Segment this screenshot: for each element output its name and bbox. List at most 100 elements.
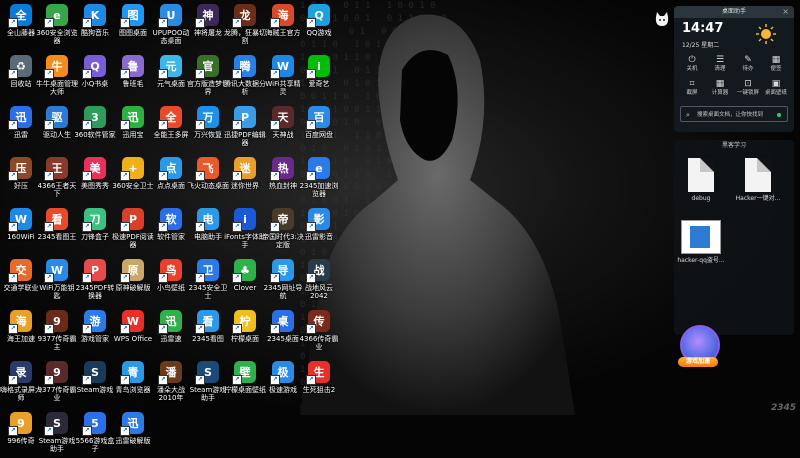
widget-tool-button[interactable]: ⌗ 截屏 xyxy=(678,78,706,100)
shortcut-arrow-icon: ↗ xyxy=(195,171,205,181)
desktop-icon[interactable]: 点 ↗ 点点桌面 xyxy=(150,153,192,203)
desktop-icon[interactable]: 迅 ↗ 迅用宝 xyxy=(112,102,154,152)
desktop-icon[interactable]: 王 ↗ 4366王者天下 xyxy=(36,153,78,203)
desktop-icon[interactable]: Q ↗ QQ游戏 xyxy=(298,0,340,50)
desktop-icon[interactable]: 全 ↗ 全能王多屏 xyxy=(150,102,192,152)
desktop-icon[interactable]: 壁 ↗ 柠檬桌面壁纸 xyxy=(224,357,266,407)
desktop-icon[interactable]: 3 ↗ 360软件管家 xyxy=(74,102,116,152)
desktop-icon[interactable]: ♣ ↗ Clover xyxy=(224,255,266,305)
desktop-icon[interactable]: 牛 ↗ 牛牛桌面管理大师 xyxy=(36,51,78,101)
desktop-icon[interactable]: 百 ↗ 百度网盘 xyxy=(298,102,340,152)
desktop-icon[interactable]: 软 ↗ 软件管家 xyxy=(150,204,192,254)
shortcut-arrow-icon: ↗ xyxy=(158,171,168,181)
desktop-icon-label: 爱奇艺 xyxy=(308,80,330,88)
desktop-icon-label: 刀锋盒子 xyxy=(81,233,109,241)
desktop-icon[interactable]: 9 ↗ 9377传奇霸业 xyxy=(36,357,78,407)
desktop-icon[interactable]: 生 ↗ 生死狙击2 xyxy=(298,357,340,407)
app-icon: 迷 ↗ xyxy=(232,157,256,181)
desktop-icon[interactable]: 看 ↗ 2345看图王 xyxy=(36,204,78,254)
desktop-icon[interactable]: P ↗ 迅捷PDF编辑器 xyxy=(224,102,266,152)
desktop-icon[interactable]: 元 ↗ 元气桌面 xyxy=(150,51,192,101)
desktop-icon[interactable]: 战 ↗ 战地风云2042 xyxy=(298,255,340,305)
desktop-icon[interactable]: e ↗ 2345加速浏览器 xyxy=(298,153,340,203)
shortcut-arrow-icon: ↗ xyxy=(44,273,54,283)
file-hacker-qq[interactable]: hacker-qq盗号... xyxy=(676,220,726,265)
desktop-icon-label: 9377传奇霸业 xyxy=(37,386,77,402)
shortcut-arrow-icon: ↗ xyxy=(270,222,280,232)
desktop-icon[interactable]: 官 ↗ 官方版造梦世界 xyxy=(187,51,229,101)
file-debug[interactable]: debug xyxy=(678,158,724,203)
desktop-icon[interactable]: 腾 ↗ 腾讯大数据分析 xyxy=(224,51,266,101)
desktop-icon-label: 5566游戏盒子 xyxy=(75,437,115,453)
desktop-icon[interactable]: S ↗ Steam游戏 xyxy=(74,357,116,407)
desktop-icon[interactable]: 图 ↗ 图图桌面 xyxy=(112,0,154,50)
app-icon: 桌 ↗ xyxy=(270,310,294,334)
desktop-icon[interactable]: 迷 ↗ 迷你世界 xyxy=(224,153,266,203)
desktop-search-input[interactable]: ⌕ 搜索桌面文档，让你快找到 xyxy=(680,106,788,122)
desktop-icon[interactable]: W ↗ WPS Office xyxy=(112,306,154,356)
widget-tool-button[interactable]: ⏻ 关机 xyxy=(678,54,706,76)
desktop-icon[interactable]: 原 ↗ 原神破解版 xyxy=(112,255,154,305)
desktop-icon[interactable]: U ↗ UPUPOO动态桌面 xyxy=(150,0,192,50)
widget-close-icon[interactable]: × xyxy=(782,6,789,18)
shortcut-arrow-icon: ↗ xyxy=(232,324,242,334)
widget-tool-button[interactable]: ▦ 便签 xyxy=(762,54,790,76)
desktop-icon[interactable]: W ↗ WiFi万能钥匙 xyxy=(36,255,78,305)
widget-tool-button[interactable]: ✎ 待办 xyxy=(734,54,762,76)
desktop-icon[interactable]: 传 ↗ 4366传奇霸业 xyxy=(298,306,340,356)
app-icon: 极 ↗ xyxy=(270,361,294,385)
desktop-icon[interactable]: S ↗ Steam游戏助手 xyxy=(36,408,78,458)
widget-title: 桌面助手 xyxy=(674,6,794,18)
widget-tool-button[interactable]: ▦ 计算器 xyxy=(706,78,734,100)
widget-tool-button[interactable]: ▣ 桌面壁纸 xyxy=(762,78,790,100)
desktop-icon[interactable]: 潘 ↗ 潘朵大战2010年 xyxy=(150,357,192,407)
desktop-icon[interactable]: 迅 ↗ 迅雷速 xyxy=(150,306,192,356)
desktop-icon[interactable]: Q ↗ 小Q书桌 xyxy=(74,51,116,101)
app-icon: P ↗ xyxy=(82,259,106,283)
desktop-icon[interactable]: P ↗ 2345PDF转换器 xyxy=(74,255,116,305)
desktop-icon[interactable]: 鸟 ↗ 小鸟壁纸 xyxy=(150,255,192,305)
desktop-icon-label: 牛牛桌面管理大师 xyxy=(36,80,78,96)
desktop-icon[interactable]: 影 ↗ 迅雷影音 xyxy=(298,204,340,254)
file-hacker-tool[interactable]: Hacker一键对... xyxy=(728,158,788,203)
desktop-icon[interactable]: K ↗ 酷狗音乐 xyxy=(74,0,116,50)
app-icon: e ↗ xyxy=(44,4,68,28)
desktop-icon-label: 元气桌面 xyxy=(157,80,185,88)
desktop-icon-label: WiFi万能钥匙 xyxy=(39,284,75,300)
desktop-icon[interactable]: 柠 ↗ 柠檬桌面 xyxy=(224,306,266,356)
desktop-icon[interactable]: 万 ↗ 万兴恢复 xyxy=(187,102,229,152)
app-icon: 鲁 ↗ xyxy=(120,55,144,79)
desktop-icon[interactable]: 5 ↗ 5566游戏盒子 xyxy=(74,408,116,458)
desktop-icon[interactable]: e ↗ 360安全浏览器 xyxy=(36,0,78,50)
shortcut-arrow-icon: ↗ xyxy=(82,18,92,28)
widget-tool-button[interactable]: ⊡ 一键锁屏 xyxy=(734,78,762,100)
app-icon: 迅 ↗ xyxy=(8,106,32,130)
desktop-icon[interactable]: + ↗ 360安全卫士 xyxy=(112,153,154,203)
desktop-icon[interactable]: 游 ↗ 游戏管家 xyxy=(74,306,116,356)
shortcut-arrow-icon: ↗ xyxy=(195,273,205,283)
desktop-icon[interactable]: 看 ↗ 2345看图 xyxy=(187,306,229,356)
desktop-icon[interactable]: 青 ↗ 青鸟浏览器 xyxy=(112,357,154,407)
desktop-icon[interactable]: 驱 ↗ 驱动人生 xyxy=(36,102,78,152)
desktop-icon[interactable]: 刀 ↗ 刀锋盒子 xyxy=(74,204,116,254)
shortcut-arrow-icon: ↗ xyxy=(232,222,242,232)
desktop-icon[interactable]: 卫 ↗ 2345安全卫士 xyxy=(187,255,229,305)
desktop-icon[interactable]: 迅 ↗ 迅雷破解版 xyxy=(112,408,154,458)
desktop-icon[interactable]: 美 ↗ 美图秀秀 xyxy=(74,153,116,203)
desktop-icon-label: 战地风云2042 xyxy=(305,284,333,300)
desktop-icon[interactable]: 飞 ↗ 飞火动态桌面 xyxy=(187,153,229,203)
game-accelerator-launcher[interactable]: 游戏加速 xyxy=(676,323,720,369)
shortcut-arrow-icon: ↗ xyxy=(306,171,316,181)
desktop-icon-label: 极速PDF阅读器 xyxy=(112,233,154,249)
desktop-icon[interactable]: 神 ↗ 神将屠龙 xyxy=(187,0,229,50)
desktop-icon[interactable]: i ↗ 爱奇艺 xyxy=(298,51,340,101)
desktop-icon[interactable]: 电 ↗ 电脑助手 xyxy=(187,204,229,254)
desktop-icon[interactable]: i ↗ iFonts字体助手 xyxy=(224,204,266,254)
desktop-icon[interactable]: 龙 ↗ 龙腾，狂暴切割 xyxy=(224,0,266,50)
widget-tool-button[interactable]: ☰ 清理 xyxy=(706,54,734,76)
desktop-icon[interactable]: 鲁 ↗ 鲁班毛 xyxy=(112,51,154,101)
desktop-icon[interactable]: S ↗ Steam游戏助手 xyxy=(187,357,229,407)
desktop-icon[interactable]: 9 ↗ 9377传奇霸主 xyxy=(36,306,78,356)
cat-mascot-icon[interactable] xyxy=(654,12,670,27)
desktop-icon[interactable]: P ↗ 极速PDF阅读器 xyxy=(112,204,154,254)
